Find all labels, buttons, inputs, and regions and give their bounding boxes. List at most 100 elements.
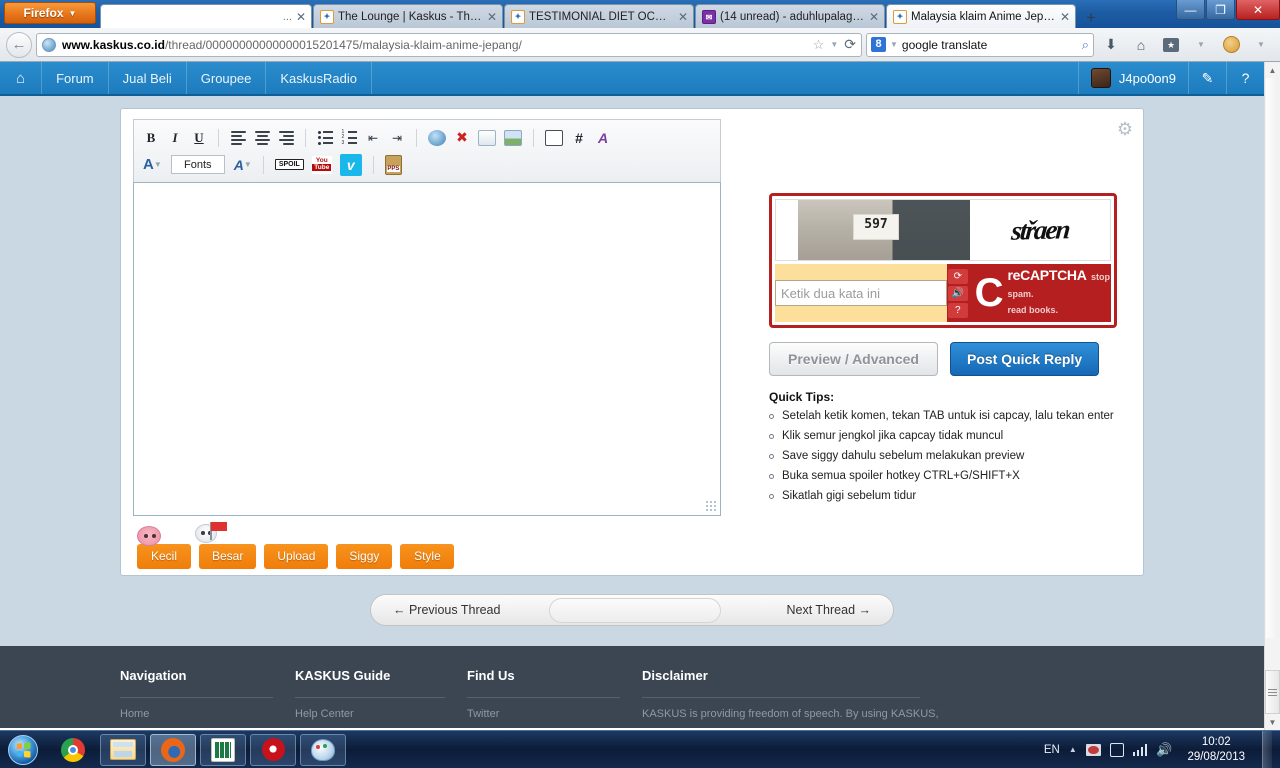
numbered-list-button[interactable]: 123 [338, 127, 360, 149]
reload-icon[interactable]: ⟳ [844, 36, 856, 53]
search-bar[interactable]: 8 ▼ google translate ⌕ [866, 32, 1094, 57]
footer-link[interactable]: Home [120, 708, 295, 720]
spoiler-button[interactable]: SPOIL [272, 154, 307, 176]
bullet-list-button[interactable] [314, 127, 336, 149]
close-icon[interactable]: ✕ [1060, 10, 1070, 24]
browser-tab-lounge[interactable]: ✦ The Lounge | Kaskus - The L... ✕ [313, 4, 503, 28]
user-menu[interactable]: J4po0on9 [1077, 62, 1188, 94]
font-color-button[interactable]: A ▼ [140, 154, 165, 176]
downloads-icon[interactable]: ⬇ [1098, 32, 1124, 58]
taskbar-chrome[interactable] [50, 734, 96, 766]
start-button[interactable] [8, 734, 38, 765]
back-button[interactable]: ← [6, 31, 32, 58]
kecil-button[interactable]: Kecil [137, 544, 191, 569]
pps-attachment-button[interactable]: PPS [382, 154, 405, 176]
close-window-button[interactable]: ✕ [1236, 0, 1280, 20]
taskbar-paint[interactable] [300, 733, 346, 766]
close-icon[interactable]: ✕ [678, 10, 688, 24]
gear-icon[interactable]: ⚙ [1117, 119, 1133, 140]
pencil-icon[interactable]: ✎ [1188, 62, 1226, 94]
new-tab-button[interactable]: + [1077, 9, 1105, 28]
thread-nav-knob[interactable] [549, 598, 721, 623]
close-icon[interactable]: ✕ [487, 10, 497, 24]
nav-item-jual-beli[interactable]: Jual Beli [109, 62, 187, 94]
insert-code-button[interactable]: # [568, 127, 590, 149]
close-icon[interactable]: ✕ [296, 10, 306, 24]
siggy-button[interactable]: Siggy [336, 544, 393, 569]
bold-button[interactable]: B [140, 127, 162, 149]
antivirus-tray-icon[interactable] [1085, 743, 1101, 756]
address-bar[interactable]: www.kaskus.co.id/thread/0000000000000001… [36, 32, 862, 57]
taskbar-explorer[interactable] [100, 733, 146, 766]
scroll-up-icon[interactable]: ▲ [1265, 62, 1280, 78]
help-icon[interactable]: ? [1226, 62, 1264, 94]
resize-grip-icon[interactable] [705, 500, 717, 512]
underline-button[interactable]: U [188, 127, 210, 149]
nav-home-icon[interactable]: ⌂ [0, 62, 43, 94]
chevron-down-icon[interactable]: ▼ [890, 40, 898, 49]
browser-tab-mail[interactable]: ✉ (14 unread) - aduhlupalagi19... ✕ [695, 4, 885, 28]
toolbar-overflow-icon[interactable]: ▼ [1248, 32, 1274, 58]
footer-link[interactable]: Twitter [467, 708, 642, 720]
taskbar-opera[interactable] [250, 733, 296, 766]
refresh-icon[interactable]: ⟳ [947, 268, 968, 284]
insert-image-button[interactable] [501, 127, 525, 149]
indent-button[interactable]: ⇥ [386, 127, 408, 149]
chevron-down-icon[interactable]: ▼ [1188, 32, 1214, 58]
bookmarks-icon[interactable]: ★ [1158, 32, 1184, 58]
scrollbar-thumb[interactable] [1265, 670, 1280, 714]
search-input[interactable]: google translate [902, 38, 1078, 52]
besar-button[interactable]: Besar [199, 544, 257, 569]
insert-email-button[interactable] [475, 127, 499, 149]
preview-advanced-button[interactable]: Preview / Advanced [769, 342, 938, 376]
insert-quote-button[interactable] [542, 127, 566, 149]
vimeo-button[interactable]: v [337, 153, 365, 176]
remove-formatting-button[interactable]: A [592, 127, 614, 149]
next-thread-button[interactable]: Next Thread → [786, 603, 871, 617]
audio-icon[interactable]: 🔊 [947, 285, 968, 301]
bookmark-star-icon[interactable]: ☆ [813, 37, 825, 53]
taskbar-firefox[interactable] [150, 733, 196, 766]
nav-item-groupee[interactable]: Groupee [187, 62, 267, 94]
vertical-scrollbar[interactable]: ▲ ▼ [1264, 62, 1280, 730]
restore-button[interactable]: ❐ [1206, 0, 1235, 20]
previous-thread-button[interactable]: ← Previous Thread [393, 603, 500, 617]
post-quick-reply-button[interactable]: Post Quick Reply [949, 342, 1100, 376]
font-family-select[interactable]: Fonts [170, 155, 225, 174]
volume-icon[interactable]: 🔊 [1156, 742, 1172, 758]
style-button[interactable]: Style [400, 544, 455, 569]
chevron-down-icon[interactable]: ▼ [830, 40, 838, 49]
captcha-input[interactable]: Ketik dua kata ini [775, 280, 947, 306]
taskbar-excel[interactable] [200, 733, 246, 766]
browser-tab-testimonial[interactable]: ✦ TESTIMONIAL DIET OCD (Co... ✕ [504, 4, 694, 28]
show-hidden-icons-icon[interactable]: ▲ [1069, 745, 1077, 754]
remove-link-button[interactable]: ✖ [451, 127, 473, 149]
reply-textarea[interactable] [133, 182, 721, 516]
nav-item-forum[interactable]: Forum [42, 62, 109, 94]
outdent-button[interactable]: ⇤ [362, 127, 384, 149]
close-icon[interactable]: ✕ [869, 10, 879, 24]
align-right-button[interactable] [275, 127, 297, 149]
home-icon[interactable]: ⌂ [1128, 32, 1154, 58]
addon-smiley-icon[interactable] [1218, 32, 1244, 58]
scrollbar-track[interactable] [1266, 78, 1279, 638]
taskbar-clock[interactable]: 10:02 29/08/2013 [1181, 735, 1251, 765]
firefox-menu-button[interactable]: Firefox ▼ [4, 2, 96, 24]
align-center-button[interactable] [251, 127, 273, 149]
language-indicator[interactable]: EN [1044, 744, 1060, 756]
scroll-down-icon[interactable]: ▼ [1265, 714, 1280, 730]
align-left-button[interactable] [227, 127, 249, 149]
browser-tab-malaysia-klaim-anime[interactable]: ✦ Malaysia klaim Anime Jepan... ✕ [886, 4, 1076, 28]
italic-button[interactable]: I [164, 127, 186, 149]
show-desktop-button[interactable] [1262, 730, 1272, 768]
browser-tab-blank[interactable]: ... ✕ [100, 4, 312, 28]
youtube-button[interactable]: You Tube [309, 154, 335, 176]
network-icon[interactable] [1132, 743, 1148, 756]
nav-item-kaskusradio[interactable]: KaskusRadio [266, 62, 372, 94]
insert-link-button[interactable] [425, 127, 449, 149]
font-size-button[interactable]: A ▼ [231, 154, 255, 176]
footer-link[interactable]: Help Center [295, 708, 467, 720]
upload-button[interactable]: Upload [264, 544, 329, 569]
safely-remove-icon[interactable] [1109, 742, 1124, 757]
minimize-button[interactable]: — [1176, 0, 1205, 20]
